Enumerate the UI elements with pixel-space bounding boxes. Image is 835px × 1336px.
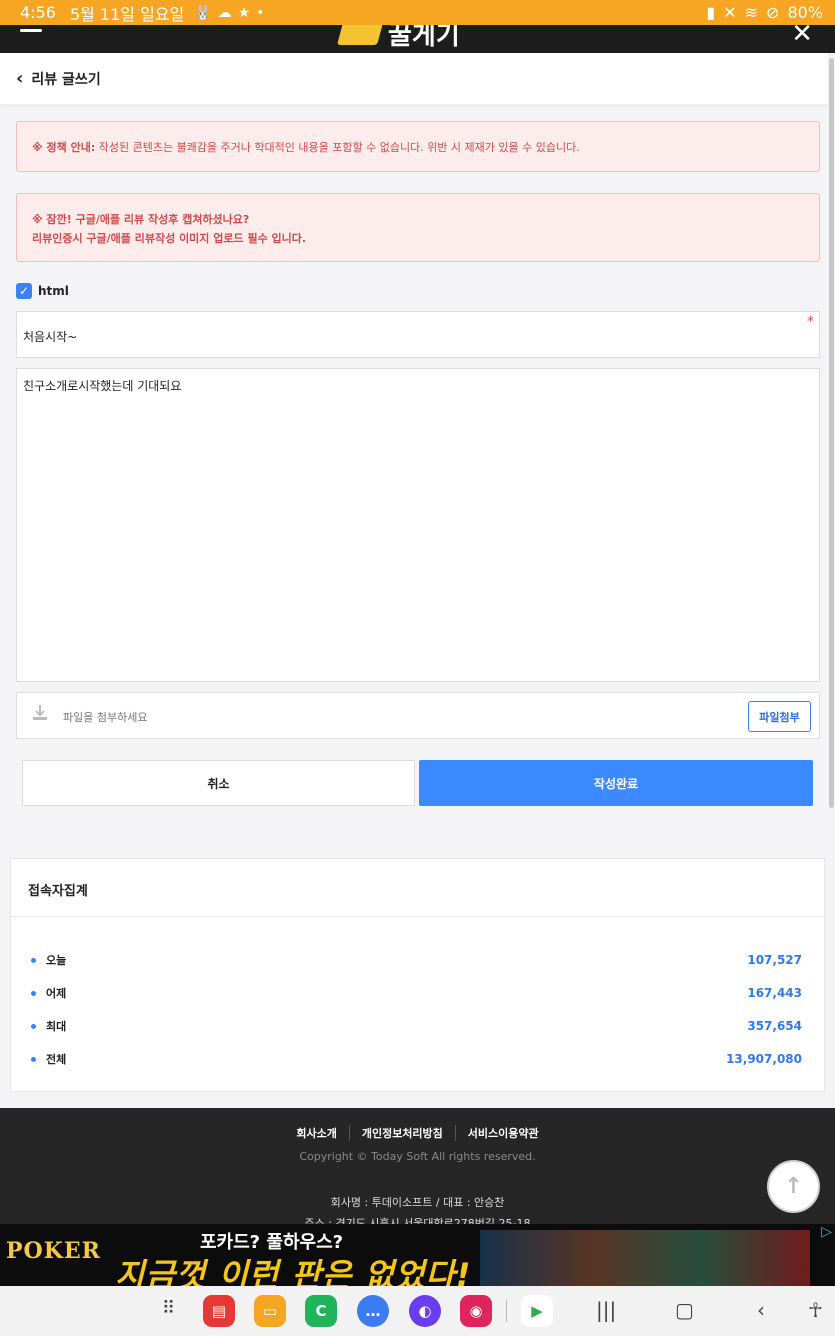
footer-link-company[interactable]: 회사소개 <box>284 1125 348 1141</box>
file-placeholder: 파일을 첨부하세요 <box>63 711 148 724</box>
capture-notice: ※ 잠깐! 구글/애플 리뷰 작성후 캡쳐하셨나요? 리뷰인증시 구글/애플 리… <box>16 193 820 262</box>
site-footer: 회사소개 개인정보처리방침 서비스이용약관 Copyright © Today … <box>0 1108 835 1224</box>
footer-link-privacy[interactable]: 개인정보처리방침 <box>348 1125 455 1141</box>
status-time: 4:56 <box>20 3 56 22</box>
stats-value: 107,527 <box>747 953 802 967</box>
dock-divider <box>506 1300 507 1322</box>
policy-notice-label: ※ 정책 안내: <box>32 141 96 154</box>
stats-label: 어제 <box>46 987 67 1000</box>
policy-notice: ※ 정책 안내: 작성된 콘텐츠는 불쾌감을 주거나 학대적인 내용을 포함할 … <box>16 121 820 172</box>
back-icon[interactable]: ‹ <box>757 1298 765 1322</box>
adchoices-icon[interactable]: ▷ <box>821 1224 832 1240</box>
site-logo[interactable]: 꿀게기 <box>337 25 460 52</box>
scroll-top-button[interactable]: ↑ <box>767 1160 820 1213</box>
stats-value: 167,443 <box>747 986 802 1000</box>
dnd-icon: ⊘ <box>766 3 780 22</box>
mute-icon: ✕ <box>723 3 737 22</box>
stats-label: 오늘 <box>46 954 67 967</box>
ad-main-text: 지금껏 이런 판은 없었다! <box>115 1256 472 1286</box>
capture-notice-line2: 리뷰인증시 구글/애플 리뷰작성 이미지 업로드 필수 입니다. <box>32 232 307 245</box>
ad-brand: POKER <box>6 1238 101 1264</box>
home-icon[interactable]: ▢ <box>675 1298 694 1322</box>
app-drawer-icon[interactable]: ⠿ <box>162 1298 175 1319</box>
menu-icon[interactable] <box>20 29 42 32</box>
notes-app-icon[interactable]: ▤ <box>203 1295 235 1327</box>
policy-notice-text: 작성된 콘텐츠는 불쾌감을 주거나 학대적인 내용을 포함할 수 없습니다. 위… <box>95 141 580 154</box>
stats-row-today: 오늘 107,527 <box>31 950 802 970</box>
recents-icon[interactable]: ||| <box>596 1298 616 1322</box>
wifi-icon: ≋ <box>744 3 759 22</box>
arrow-up-icon: ↑ <box>784 1174 803 1199</box>
bullet-icon <box>31 1023 36 1029</box>
status-bar: 4:56 5월 11일 일요일 🐰 ☁ ★ • ▮ ✕ ≋ ⊘ 80% <box>0 0 835 25</box>
close-icon[interactable]: ✕ <box>791 25 813 49</box>
stats-value: 357,654 <box>747 1019 802 1033</box>
visitor-stats-title: 접속자집계 <box>11 859 824 917</box>
status-date: 5월 11일 일요일 <box>69 4 185 24</box>
title-input-value: 처음시작~ <box>23 330 78 344</box>
app-notification-icon: ☁ <box>217 4 232 21</box>
html-checkbox-label: html <box>38 284 69 298</box>
ad-image <box>480 1230 810 1286</box>
file-attach-field[interactable]: 파일을 첨부하세요 파일첨부 <box>16 692 820 739</box>
app-header: 꿀게기 ✕ <box>0 25 835 53</box>
stats-label: 전체 <box>46 1053 67 1066</box>
content-textarea[interactable]: 친구소개로시작했는데 기대되요 <box>16 368 820 682</box>
required-mark: * <box>807 314 814 330</box>
scrollbar[interactable] <box>829 58 834 808</box>
chevron-left-icon[interactable]: ‹ <box>16 68 23 89</box>
accessibility-icon[interactable]: ☥ <box>808 1298 823 1322</box>
phone-app-icon[interactable]: C <box>305 1295 337 1327</box>
bullet-icon <box>31 990 36 996</box>
cancel-button[interactable]: 취소 <box>22 760 415 806</box>
capture-notice-line1: ※ 잠깐! 구글/애플 리뷰 작성후 캡쳐하셨나요? <box>32 213 250 226</box>
download-icon <box>33 705 47 720</box>
battery-saver-icon: ▮ <box>706 3 716 22</box>
gold-bar-icon <box>337 25 383 45</box>
stats-label: 최대 <box>46 1020 67 1033</box>
footer-address: 주소 : 경기도 시흥시 서울대학로278번길 25-18 <box>304 1217 531 1224</box>
game-notification-icon: ★ <box>237 4 251 21</box>
bullet-icon <box>31 957 36 963</box>
stats-row-total: 전체 13,907,080 <box>31 1049 802 1069</box>
content-textarea-value: 친구소개로시작했는데 기대되요 <box>23 379 182 393</box>
page-title: 리뷰 글쓰기 <box>31 71 101 88</box>
footer-links: 회사소개 개인정보처리방침 서비스이용약관 <box>0 1125 835 1141</box>
messages-app-icon[interactable]: … <box>357 1295 389 1327</box>
submit-button[interactable]: 작성완료 <box>419 760 813 806</box>
html-checkbox[interactable]: ✓ <box>16 283 32 299</box>
browser-app-icon[interactable]: ◐ <box>409 1295 441 1327</box>
ad-banner[interactable]: POKER 포카드? 풀하우스? 지금껏 이런 판은 없었다! ▷ <box>0 1224 835 1286</box>
navigation-bar: ⠿ ▤ ▭ C … ◐ ◉ ▶ ||| ▢ ‹ ☥ <box>0 1286 835 1336</box>
rabbit-icon: 🐰 <box>194 4 212 21</box>
notification-icons: 🐰 ☁ ★ • <box>194 5 264 21</box>
camera-app-icon[interactable]: ◉ <box>460 1295 492 1327</box>
stats-value: 13,907,080 <box>726 1052 802 1066</box>
footer-company: 회사명 : 투데이소프트 / 대표 : 안승찬 <box>330 1196 505 1209</box>
footer-copyright: Copyright © Today Soft All rights reserv… <box>299 1150 536 1163</box>
battery-level: 80% <box>787 3 823 22</box>
play-store-icon[interactable]: ▶ <box>521 1295 553 1327</box>
html-option: ✓ html <box>16 283 69 299</box>
stats-row-max: 최대 357,654 <box>31 1016 802 1036</box>
page-header: ‹ 리뷰 글쓰기 <box>0 53 828 105</box>
visitor-stats-panel: 접속자집계 오늘 107,527 어제 167,443 최대 357,654 전… <box>10 858 825 1092</box>
file-attach-button[interactable]: 파일첨부 <box>748 701 811 732</box>
bullet-icon <box>31 1056 36 1062</box>
dot-icon: • <box>256 4 265 21</box>
title-input[interactable]: 처음시작~ * <box>16 311 820 358</box>
files-app-icon[interactable]: ▭ <box>254 1295 286 1327</box>
logo-text: 꿀게기 <box>388 25 460 51</box>
stats-row-yesterday: 어제 167,443 <box>31 983 802 1003</box>
footer-link-terms[interactable]: 서비스이용약관 <box>454 1125 551 1141</box>
